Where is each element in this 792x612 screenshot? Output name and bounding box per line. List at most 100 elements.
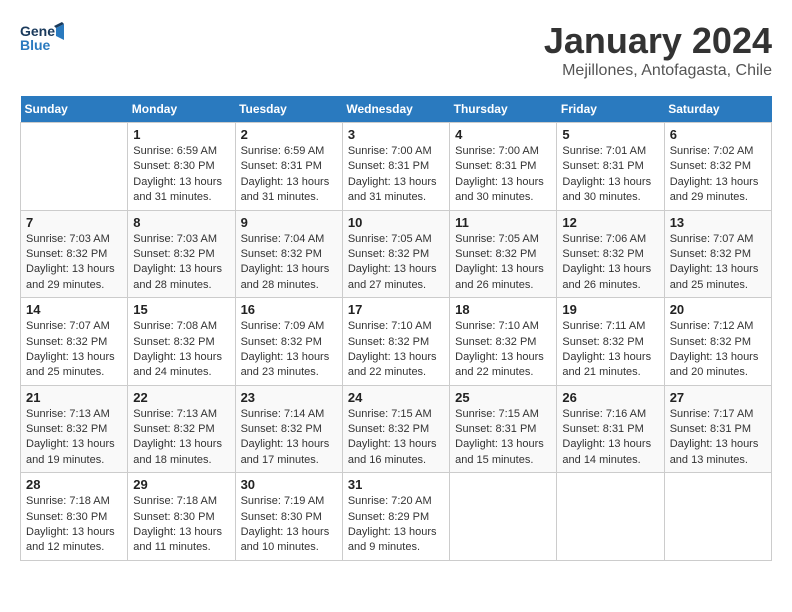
day-info: Sunrise: 7:20 AM Sunset: 8:29 PM Dayligh… <box>348 494 444 556</box>
day-info: Sunrise: 7:19 AM Sunset: 8:30 PM Dayligh… <box>241 494 337 556</box>
day-number: 29 <box>133 477 229 492</box>
day-info: Sunrise: 7:03 AM Sunset: 8:32 PM Dayligh… <box>133 232 229 294</box>
weekday-header: Friday <box>557 96 664 123</box>
day-number: 16 <box>241 302 337 317</box>
day-info: Sunrise: 7:02 AM Sunset: 8:32 PM Dayligh… <box>670 144 766 206</box>
calendar-cell: 29 Sunrise: 7:18 AM Sunset: 8:30 PM Dayli… <box>128 473 235 561</box>
day-info: Sunrise: 7:11 AM Sunset: 8:32 PM Dayligh… <box>562 319 658 381</box>
day-number: 30 <box>241 477 337 492</box>
day-number: 8 <box>133 215 229 230</box>
svg-text:Blue: Blue <box>20 37 51 53</box>
page-header: General Blue January 2024 Mejillones, An… <box>20 20 772 80</box>
day-info: Sunrise: 7:18 AM Sunset: 8:30 PM Dayligh… <box>26 494 122 556</box>
day-info: Sunrise: 7:04 AM Sunset: 8:32 PM Dayligh… <box>241 232 337 294</box>
calendar-subtitle: Mejillones, Antofagasta, Chile <box>544 62 772 80</box>
day-number: 6 <box>670 127 766 142</box>
calendar-cell: 1Sunrise: 6:59 AM Sunset: 8:30 PM Daylig… <box>128 123 235 211</box>
day-info: Sunrise: 7:15 AM Sunset: 8:32 PM Dayligh… <box>348 407 444 469</box>
calendar-cell: 23Sunrise: 7:14 AM Sunset: 8:32 PM Dayli… <box>235 385 342 473</box>
calendar-table: SundayMondayTuesdayWednesdayThursdayFrid… <box>20 96 772 561</box>
day-info: Sunrise: 7:15 AM Sunset: 8:31 PM Dayligh… <box>455 407 551 469</box>
day-number: 3 <box>348 127 444 142</box>
day-number: 19 <box>562 302 658 317</box>
calendar-header: SundayMondayTuesdayWednesdayThursdayFrid… <box>21 96 772 123</box>
calendar-cell <box>664 473 771 561</box>
calendar-week: 21 Sunrise: 7:13 AM Sunset: 8:32 PM Dayli… <box>21 385 772 473</box>
day-number: 2 <box>241 127 337 142</box>
day-number: 31 <box>348 477 444 492</box>
calendar-cell <box>557 473 664 561</box>
day-number: 28 <box>26 477 122 492</box>
calendar-cell: 6 Sunrise: 7:02 AM Sunset: 8:32 PM Daylig… <box>664 123 771 211</box>
day-info: Sunrise: 7:07 AM Sunset: 8:32 PM Dayligh… <box>26 319 122 381</box>
day-number: 14 <box>26 302 122 317</box>
calendar-title: January 2024 <box>544 20 772 62</box>
calendar-cell: 21 Sunrise: 7:13 AM Sunset: 8:32 PM Dayli… <box>21 385 128 473</box>
day-info: Sunrise: 7:01 AM Sunset: 8:31 PM Dayligh… <box>562 144 658 206</box>
calendar-cell: 3Sunrise: 7:00 AM Sunset: 8:31 PM Daylig… <box>342 123 449 211</box>
day-info: Sunrise: 6:59 AM Sunset: 8:30 PM Dayligh… <box>133 144 229 206</box>
day-info: Sunrise: 7:00 AM Sunset: 8:31 PM Dayligh… <box>455 144 551 206</box>
logo: General Blue <box>20 20 64 56</box>
calendar-cell: 5 Sunrise: 7:01 AM Sunset: 8:31 PM Daylig… <box>557 123 664 211</box>
day-info: Sunrise: 7:03 AM Sunset: 8:32 PM Dayligh… <box>26 232 122 294</box>
day-number: 18 <box>455 302 551 317</box>
day-number: 26 <box>562 390 658 405</box>
calendar-cell: 14 Sunrise: 7:07 AM Sunset: 8:32 PM Dayli… <box>21 298 128 386</box>
weekday-header: Wednesday <box>342 96 449 123</box>
calendar-cell: 24 Sunrise: 7:15 AM Sunset: 8:32 PM Dayli… <box>342 385 449 473</box>
day-number: 13 <box>670 215 766 230</box>
calendar-cell: 20 Sunrise: 7:12 AM Sunset: 8:32 PM Dayli… <box>664 298 771 386</box>
day-info: Sunrise: 7:14 AM Sunset: 8:32 PM Dayligh… <box>241 407 337 469</box>
day-info: Sunrise: 7:13 AM Sunset: 8:32 PM Dayligh… <box>26 407 122 469</box>
day-info: Sunrise: 7:18 AM Sunset: 8:30 PM Dayligh… <box>133 494 229 556</box>
day-info: Sunrise: 7:16 AM Sunset: 8:31 PM Dayligh… <box>562 407 658 469</box>
day-number: 12 <box>562 215 658 230</box>
calendar-cell: 28 Sunrise: 7:18 AM Sunset: 8:30 PM Dayli… <box>21 473 128 561</box>
day-number: 27 <box>670 390 766 405</box>
calendar-cell: 13 Sunrise: 7:07 AM Sunset: 8:32 PM Dayli… <box>664 210 771 298</box>
calendar-cell: 18 Sunrise: 7:10 AM Sunset: 8:32 PM Dayli… <box>450 298 557 386</box>
calendar-week: 1Sunrise: 6:59 AM Sunset: 8:30 PM Daylig… <box>21 123 772 211</box>
calendar-cell: 22Sunrise: 7:13 AM Sunset: 8:32 PM Dayli… <box>128 385 235 473</box>
weekday-header: Sunday <box>21 96 128 123</box>
day-number: 10 <box>348 215 444 230</box>
day-number: 5 <box>562 127 658 142</box>
calendar-week: 7Sunrise: 7:03 AM Sunset: 8:32 PM Daylig… <box>21 210 772 298</box>
calendar-cell <box>21 123 128 211</box>
day-number: 20 <box>670 302 766 317</box>
day-info: Sunrise: 7:12 AM Sunset: 8:32 PM Dayligh… <box>670 319 766 381</box>
calendar-cell: 12 Sunrise: 7:06 AM Sunset: 8:32 PM Dayli… <box>557 210 664 298</box>
day-number: 4 <box>455 127 551 142</box>
day-number: 11 <box>455 215 551 230</box>
calendar-cell: 31 Sunrise: 7:20 AM Sunset: 8:29 PM Dayli… <box>342 473 449 561</box>
calendar-cell: 16 Sunrise: 7:09 AM Sunset: 8:32 PM Dayli… <box>235 298 342 386</box>
day-info: Sunrise: 6:59 AM Sunset: 8:31 PM Dayligh… <box>241 144 337 206</box>
calendar-cell: 4 Sunrise: 7:00 AM Sunset: 8:31 PM Daylig… <box>450 123 557 211</box>
day-info: Sunrise: 7:07 AM Sunset: 8:32 PM Dayligh… <box>670 232 766 294</box>
calendar-cell: 10 Sunrise: 7:05 AM Sunset: 8:32 PM Dayli… <box>342 210 449 298</box>
day-info: Sunrise: 7:08 AM Sunset: 8:32 PM Dayligh… <box>133 319 229 381</box>
calendar-cell: 25 Sunrise: 7:15 AM Sunset: 8:31 PM Dayli… <box>450 385 557 473</box>
day-number: 15 <box>133 302 229 317</box>
weekday-header: Tuesday <box>235 96 342 123</box>
calendar-cell: 2 Sunrise: 6:59 AM Sunset: 8:31 PM Daylig… <box>235 123 342 211</box>
day-number: 25 <box>455 390 551 405</box>
calendar-week: 14 Sunrise: 7:07 AM Sunset: 8:32 PM Dayli… <box>21 298 772 386</box>
day-info: Sunrise: 7:09 AM Sunset: 8:32 PM Dayligh… <box>241 319 337 381</box>
day-info: Sunrise: 7:06 AM Sunset: 8:32 PM Dayligh… <box>562 232 658 294</box>
calendar-cell: 8 Sunrise: 7:03 AM Sunset: 8:32 PM Daylig… <box>128 210 235 298</box>
calendar-cell: 19 Sunrise: 7:11 AM Sunset: 8:32 PM Dayli… <box>557 298 664 386</box>
day-info: Sunrise: 7:13 AM Sunset: 8:32 PM Dayligh… <box>133 407 229 469</box>
day-number: 17 <box>348 302 444 317</box>
day-info: Sunrise: 7:05 AM Sunset: 8:32 PM Dayligh… <box>348 232 444 294</box>
weekday-header: Saturday <box>664 96 771 123</box>
day-number: 21 <box>26 390 122 405</box>
calendar-cell: 11Sunrise: 7:05 AM Sunset: 8:32 PM Dayli… <box>450 210 557 298</box>
weekday-header: Thursday <box>450 96 557 123</box>
day-number: 24 <box>348 390 444 405</box>
day-info: Sunrise: 7:10 AM Sunset: 8:32 PM Dayligh… <box>455 319 551 381</box>
calendar-cell: 30 Sunrise: 7:19 AM Sunset: 8:30 PM Dayli… <box>235 473 342 561</box>
calendar-cell: 9Sunrise: 7:04 AM Sunset: 8:32 PM Daylig… <box>235 210 342 298</box>
calendar-cell: 27Sunrise: 7:17 AM Sunset: 8:31 PM Dayli… <box>664 385 771 473</box>
